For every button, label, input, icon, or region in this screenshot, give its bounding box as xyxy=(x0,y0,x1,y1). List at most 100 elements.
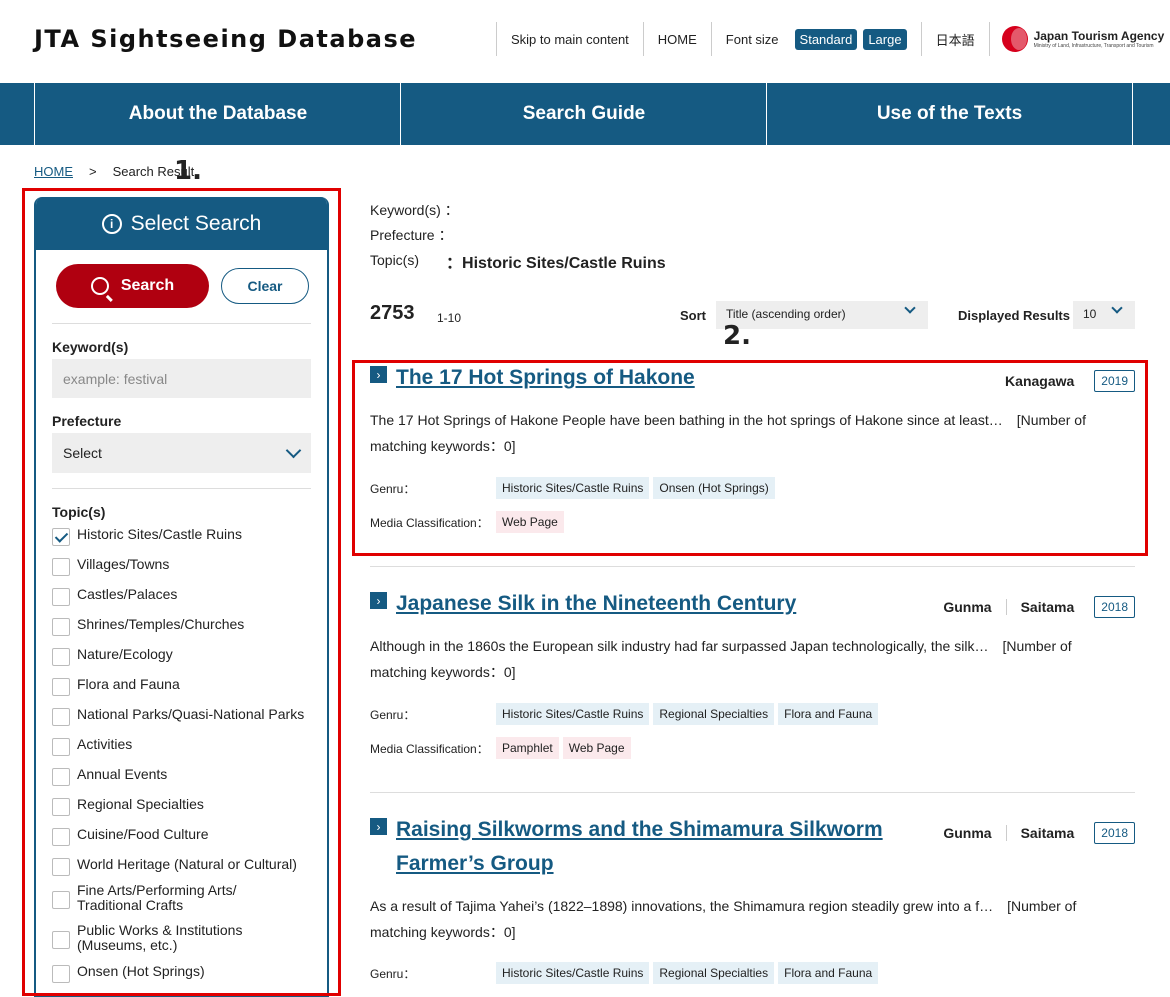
font-standard-button[interactable]: Standard xyxy=(794,28,858,50)
checkbox[interactable] xyxy=(52,965,70,983)
genre-row: Genru： Historic Sites/Castle Ruins Regio… xyxy=(370,703,882,725)
displayed-results-select[interactable]: 10 xyxy=(1073,301,1135,329)
prefecture-label: Prefecture xyxy=(52,413,122,429)
site-title[interactable]: JTA Sightseeing Database xyxy=(34,25,417,53)
home-link[interactable]: HOME xyxy=(644,32,711,47)
sort-value: Title (ascending order) xyxy=(726,307,846,321)
annotation-one: 1. xyxy=(174,156,202,186)
checkbox[interactable] xyxy=(52,828,70,846)
jta-logo[interactable]: Japan Tourism Agency Ministry of Land, I… xyxy=(1001,26,1165,52)
logo-circle-icon xyxy=(1001,26,1028,52)
result-count: 2753 xyxy=(370,302,415,324)
result-item: › The 17 Hot Springs of Hakone Kanagawa … xyxy=(370,361,1135,541)
criteria-topic-label: Topic(s) xyxy=(370,252,420,268)
topic-item[interactable]: Shrines/Temples/Churches xyxy=(52,617,327,647)
genre-tag[interactable]: Regional Specialties xyxy=(653,703,775,725)
displayed-value: 10 xyxy=(1083,307,1097,321)
media-tag[interactable]: Pamphlet xyxy=(496,737,559,759)
genre-row: Genru： Historic Sites/Castle Ruins Regio… xyxy=(370,962,882,984)
topic-item[interactable]: Nature/Ecology xyxy=(52,647,327,677)
year-badge: 2018 xyxy=(1094,596,1135,618)
topic-item[interactable]: Public Works & Institutions (Museums, et… xyxy=(52,923,327,963)
result-title-link[interactable]: The 17 Hot Springs of Hakone xyxy=(396,361,695,395)
search-button-label: Search xyxy=(120,277,175,294)
media-tag[interactable]: Web Page xyxy=(496,511,564,533)
checkbox[interactable] xyxy=(52,708,70,726)
checkbox[interactable] xyxy=(52,648,70,666)
chevron-right-icon: › xyxy=(370,366,387,383)
checkbox[interactable] xyxy=(52,931,70,949)
checkbox[interactable] xyxy=(52,768,70,786)
select-search-panel: i Select Search Search Clear Keyword(s) … xyxy=(34,197,329,997)
result-description: The 17 Hot Springs of Hakone People have… xyxy=(370,412,1086,454)
genre-tag[interactable]: Onsen (Hot Springs) xyxy=(653,477,775,499)
criteria-prefecture-label: Prefecture： xyxy=(370,227,453,243)
checkbox[interactable] xyxy=(52,528,70,546)
media-row: Media Classification： Web Page xyxy=(370,511,568,533)
topic-item[interactable]: Villages/Towns xyxy=(52,557,327,587)
checkbox[interactable] xyxy=(52,738,70,756)
info-icon: i xyxy=(101,213,122,234)
utility-bar: Skip to main content HOME Font size Stan… xyxy=(496,22,1164,56)
criteria-keyword-label: Keyword(s)： xyxy=(370,202,459,218)
topic-item[interactable]: Onsen (Hot Springs) xyxy=(52,964,327,994)
chevron-down-icon xyxy=(285,442,302,458)
keyword-input[interactable]: example: festival xyxy=(52,359,311,398)
search-button[interactable]: Search xyxy=(56,264,209,308)
genre-tag[interactable]: Flora and Fauna xyxy=(778,962,879,984)
language-link[interactable]: 日本語 xyxy=(922,30,989,49)
clear-button[interactable]: Clear xyxy=(221,268,309,304)
nav-use-of-texts[interactable]: Use of the Texts xyxy=(766,83,1133,145)
font-large-button[interactable]: Large xyxy=(863,28,907,50)
topic-item[interactable]: Historic Sites/Castle Ruins xyxy=(52,527,327,557)
topic-item[interactable]: Fine Arts/Performing Arts/ Traditional C… xyxy=(52,883,327,923)
topic-item[interactable]: Annual Events xyxy=(52,767,327,797)
breadcrumb-home[interactable]: HOME xyxy=(34,164,73,179)
topic-item[interactable]: Flora and Fauna xyxy=(52,677,327,707)
result-description: Although in the 1860s the European silk … xyxy=(370,638,1072,680)
site-header: JTA Sightseeing Database Skip to main co… xyxy=(0,0,1170,83)
nav-search-guide[interactable]: Search Guide xyxy=(400,83,767,145)
result-item: › Japanese Silk in the Nineteenth Centur… xyxy=(370,587,1135,767)
year-badge: 2019 xyxy=(1094,370,1135,392)
genre-tag[interactable]: Historic Sites/Castle Ruins xyxy=(496,703,650,725)
result-title-link[interactable]: Japanese Silk in the Nineteenth Century xyxy=(396,587,796,621)
prefecture: Kanagawa xyxy=(1005,373,1075,389)
checkbox[interactable] xyxy=(52,588,70,606)
topic-item[interactable]: Regional Specialties xyxy=(52,797,327,827)
genre-row: Genru： Historic Sites/Castle Ruins Onsen… xyxy=(370,477,779,499)
result-title-link[interactable]: Raising Silkworms and the Shimamura Silk… xyxy=(396,813,890,881)
checkbox[interactable] xyxy=(52,558,70,576)
prefecture-select[interactable]: Select xyxy=(52,433,311,473)
prefecture: Gunma xyxy=(943,599,992,615)
nav-about[interactable]: About the Database xyxy=(34,83,401,145)
genre-tag[interactable]: Regional Specialties xyxy=(653,962,775,984)
topics-list: Historic Sites/Castle Ruins Villages/Tow… xyxy=(52,527,327,994)
topics-label: Topic(s) xyxy=(52,504,106,520)
checkbox[interactable] xyxy=(52,618,70,636)
topic-item[interactable]: Cuisine/Food Culture xyxy=(52,827,327,857)
prefecture: Saitama xyxy=(1005,825,1089,841)
keyword-placeholder: example: festival xyxy=(63,370,168,387)
checkbox[interactable] xyxy=(52,678,70,696)
logo-name: Japan Tourism Agency xyxy=(1033,28,1165,43)
divider xyxy=(370,566,1135,567)
main-nav: About the Database Search Guide Use of t… xyxy=(0,83,1170,145)
divider xyxy=(988,22,990,56)
genre-tag[interactable]: Historic Sites/Castle Ruins xyxy=(496,477,650,499)
result-description: As a result of Tajima Yahei’s (1822–1898… xyxy=(370,898,1077,940)
topic-item[interactable]: Castles/Palaces xyxy=(52,587,327,617)
topic-item[interactable]: National Parks/Quasi-National Parks xyxy=(52,707,327,737)
checkbox[interactable] xyxy=(52,891,70,909)
topic-item[interactable]: Activities xyxy=(52,737,327,767)
displayed-results-label: Displayed Results xyxy=(958,308,1070,323)
checkbox[interactable] xyxy=(52,798,70,816)
genre-tag[interactable]: Flora and Fauna xyxy=(778,703,879,725)
skip-link[interactable]: Skip to main content xyxy=(497,32,643,47)
checkbox[interactable] xyxy=(52,858,70,876)
divider xyxy=(52,488,311,489)
breadcrumb-separator: > xyxy=(89,164,97,179)
media-tag[interactable]: Web Page xyxy=(562,737,631,759)
genre-tag[interactable]: Historic Sites/Castle Ruins xyxy=(496,962,650,984)
chevron-down-icon xyxy=(904,302,916,314)
